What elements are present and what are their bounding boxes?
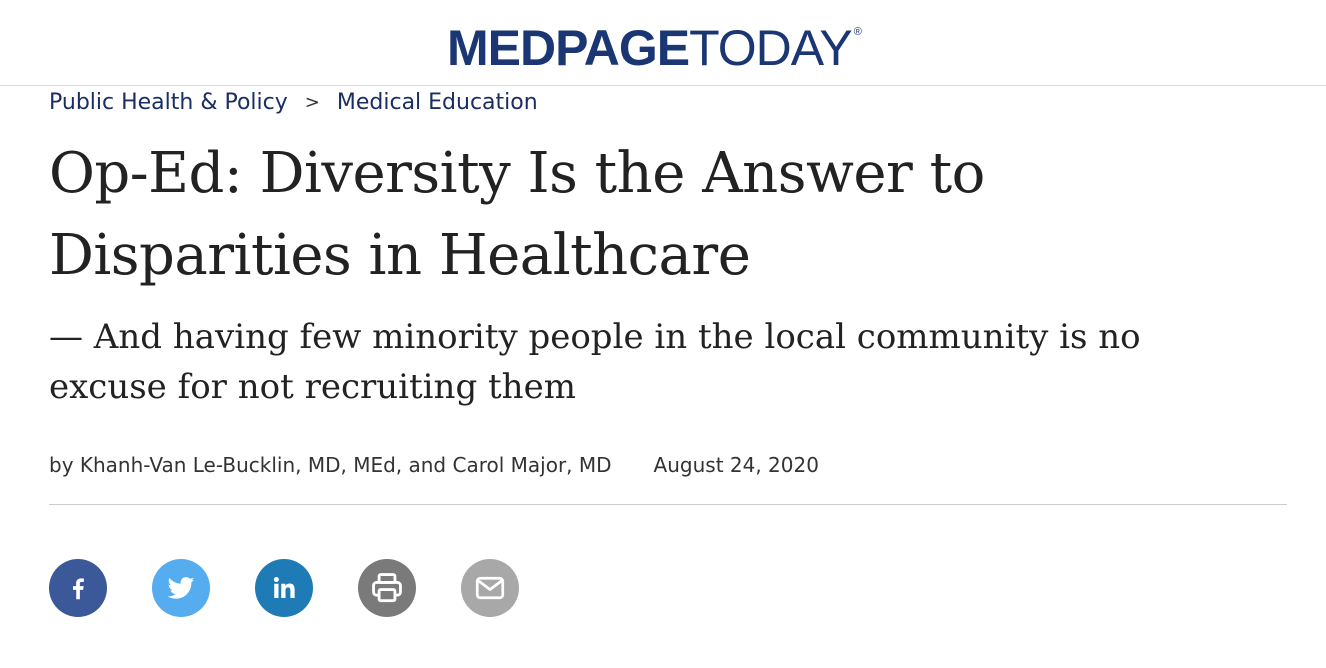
- breadcrumb-separator: >: [304, 91, 320, 113]
- byline-row: by Khanh-Van Le-Bucklin, MD, MEd, and Ca…: [49, 450, 819, 480]
- email-share-button[interactable]: [461, 559, 519, 617]
- print-button[interactable]: [358, 559, 416, 617]
- publish-date: August 24, 2020: [653, 453, 819, 477]
- article-subtitle: — And having few minority people in the …: [49, 317, 1141, 407]
- print-icon: [372, 573, 402, 603]
- article-title: Op-Ed: Diversity Is the Answer to Dispar…: [49, 141, 985, 288]
- logo-registered-mark: ®: [853, 26, 862, 38]
- linkedin-icon: [273, 577, 295, 598]
- share-bar: [49, 559, 519, 617]
- twitter-share-button[interactable]: [152, 559, 210, 617]
- breadcrumb: Public Health & Policy > Medical Educati…: [49, 86, 538, 118]
- breadcrumb-public-health-policy[interactable]: Public Health & Policy: [49, 90, 288, 115]
- divider: [49, 504, 1287, 505]
- linkedin-share-button[interactable]: [255, 559, 313, 617]
- facebook-share-button[interactable]: [49, 559, 107, 617]
- facebook-icon: [73, 578, 84, 600]
- byline-authors: by Khanh-Van Le-Bucklin, MD, MEd, and Ca…: [49, 453, 612, 477]
- email-icon: [475, 576, 505, 600]
- medpage-today-logo[interactable]: MEDPAGE TODAY ®: [447, 22, 862, 74]
- breadcrumb-medical-education[interactable]: Medical Education: [337, 90, 538, 115]
- logo-medpage: MEDPAGE: [447, 20, 690, 76]
- logo-today: TODAY: [689, 20, 853, 76]
- site-header: MEDPAGE TODAY ®: [0, 0, 1326, 86]
- twitter-icon: [167, 577, 195, 599]
